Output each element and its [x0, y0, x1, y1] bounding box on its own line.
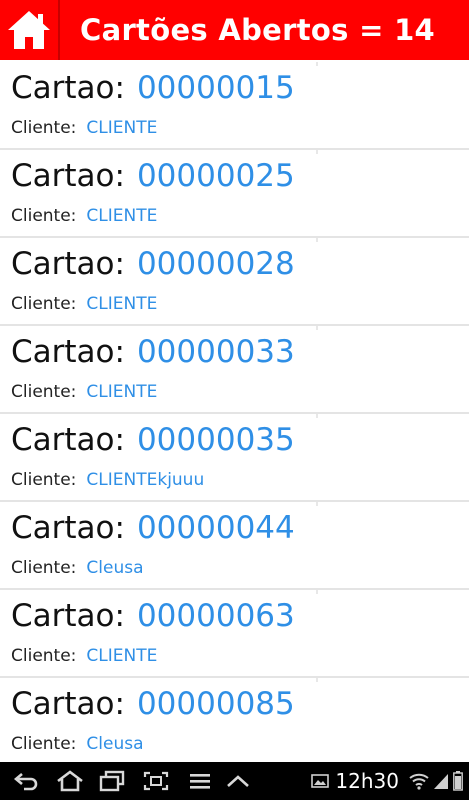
list-item[interactable]: Cartao: 00000028 Cliente: CLIENTE [0, 238, 469, 326]
client-name: CLIENTE [86, 294, 158, 314]
gallery-notification-icon[interactable] [311, 773, 330, 789]
client-name: Cleusa [86, 558, 144, 578]
card-number: 00000015 [136, 70, 295, 106]
card-number: 00000035 [136, 422, 295, 458]
back-icon[interactable] [11, 766, 41, 796]
card-label: Cartao: [11, 246, 125, 282]
signal-icon [433, 772, 449, 790]
client-label: Cliente: [11, 558, 77, 578]
screen: Cartões Abertos = 14 Cartao: 00000015 Cli… [0, 0, 469, 800]
home-icon [6, 8, 52, 52]
list-item[interactable]: Cartao: 00000015 Cliente: CLIENTE [0, 62, 469, 150]
list-item[interactable]: Cartao: 00000044 Cliente: Cleusa [0, 502, 469, 590]
card-label: Cartao: [11, 686, 125, 722]
app-header: Cartões Abertos = 14 [0, 0, 469, 60]
card-label: Cartao: [11, 334, 125, 370]
card-list: Cartao: 00000015 Cliente: CLIENTE Cartao: 0… [0, 62, 469, 762]
client-name: CLIENTE [86, 382, 158, 402]
card-number: 00000033 [136, 334, 295, 370]
card-number: 00000063 [136, 598, 295, 634]
page-title: Cartões Abertos = 14 [80, 13, 436, 47]
client-name: CLIENTEkjuuu [86, 470, 205, 490]
card-label: Cartao: [11, 422, 125, 458]
status-area: 12h30 [307, 762, 463, 800]
list-item[interactable]: Cartao: 00000035 Cliente: CLIENTEkjuuu [0, 414, 469, 502]
menu-icon[interactable] [185, 766, 215, 796]
screenshot-icon[interactable] [141, 766, 171, 796]
card-label: Cartao: [11, 70, 125, 106]
client-label: Cliente: [11, 294, 77, 314]
client-label: Cliente: [11, 382, 77, 402]
list-item[interactable]: Cartao: 00000033 Cliente: CLIENTE [0, 326, 469, 414]
client-name: CLIENTE [86, 206, 158, 226]
client-label: Cliente: [11, 646, 77, 666]
client-label: Cliente: [11, 734, 77, 754]
client-name: CLIENTE [86, 118, 158, 138]
card-label: Cartao: [11, 598, 125, 634]
system-navigation-bar: 12h30 [0, 762, 469, 800]
home-button[interactable] [0, 0, 60, 60]
clock: 12h30 [335, 769, 399, 793]
client-name: CLIENTE [86, 646, 158, 666]
recent-apps-icon[interactable] [97, 766, 127, 796]
client-label: Cliente: [11, 470, 77, 490]
card-number: 00000044 [136, 510, 295, 546]
card-number: 00000085 [136, 686, 295, 722]
client-name: Cleusa [86, 734, 144, 754]
card-label: Cartao: [11, 510, 125, 546]
card-number: 00000028 [136, 246, 295, 282]
card-number: 00000025 [136, 158, 295, 194]
client-label: Cliente: [11, 206, 77, 226]
card-label: Cartao: [11, 158, 125, 194]
list-item[interactable]: Cartao: 00000025 Cliente: CLIENTE [0, 150, 469, 238]
list-item[interactable]: Cartao: 00000063 Cliente: CLIENTE [0, 590, 469, 678]
wifi-icon [409, 772, 429, 790]
battery-icon [453, 771, 463, 791]
list-item[interactable]: Cartao: 00000085 Cliente: Cleusa [0, 678, 469, 762]
up-chevron-icon[interactable] [223, 766, 253, 796]
client-label: Cliente: [11, 118, 77, 138]
home-nav-icon[interactable] [55, 766, 85, 796]
